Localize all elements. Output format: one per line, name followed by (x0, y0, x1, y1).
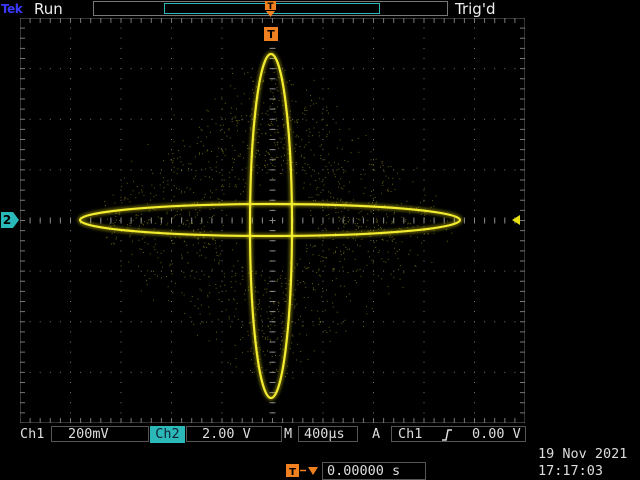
ch2-scale-box[interactable]: 2.00 V (186, 426, 282, 442)
trigger-position-indicator[interactable]: T (262, 0, 280, 20)
ch2-ground-marker[interactable]: 2 (0, 211, 20, 229)
ch2-scale: 2.00 V (202, 426, 251, 442)
time-value: 17:17:03 (538, 463, 604, 479)
ch2-label[interactable]: Ch2 (150, 426, 185, 443)
ch1-label[interactable]: Ch1 (20, 426, 44, 443)
trigger-status: Trig'd (455, 0, 496, 18)
ch1-scale: 200mV (68, 426, 109, 442)
trigger-position-text: T (267, 2, 274, 12)
trigger-offset-value: 0.00000 s (327, 463, 401, 479)
top-status-bar: Tek Run T Trig'd (0, 0, 640, 20)
trigger-settings-box[interactable]: Ch1 0.00 V (391, 426, 526, 442)
trigger-source: Ch1 (398, 426, 423, 442)
timebase-box[interactable]: 400µs (298, 426, 358, 442)
ch2-marker-text: 2 (3, 213, 11, 227)
date-time: 19 Nov 2021 17:17:03 (538, 446, 627, 480)
trigger-offset-readout[interactable]: T 0.00000 s (286, 462, 426, 480)
trigger-level: 0.00 V (472, 426, 521, 442)
trigger-point-marker: T (264, 27, 278, 41)
channel-settings-bar: Ch1 200mV Ch2 2.00 V M 400µs A Ch1 0.00 … (0, 426, 640, 443)
date-value: 19 Nov 2021 (538, 446, 628, 462)
run-state: Run (34, 0, 63, 18)
timebase-value: 400µs (304, 426, 345, 442)
timebase-label: M (284, 426, 293, 442)
tek-logo: Tek (1, 2, 23, 16)
trigger-mode: A (372, 426, 381, 442)
waveform-display[interactable] (20, 18, 525, 423)
rising-edge-icon (442, 429, 452, 441)
svg-text:T: T (289, 467, 296, 478)
trigger-level-marker[interactable] (511, 214, 521, 226)
trigger-offset-icon: T (286, 464, 318, 478)
ch1-scale-box[interactable]: 200mV (51, 426, 149, 442)
svg-text:T: T (267, 28, 275, 41)
